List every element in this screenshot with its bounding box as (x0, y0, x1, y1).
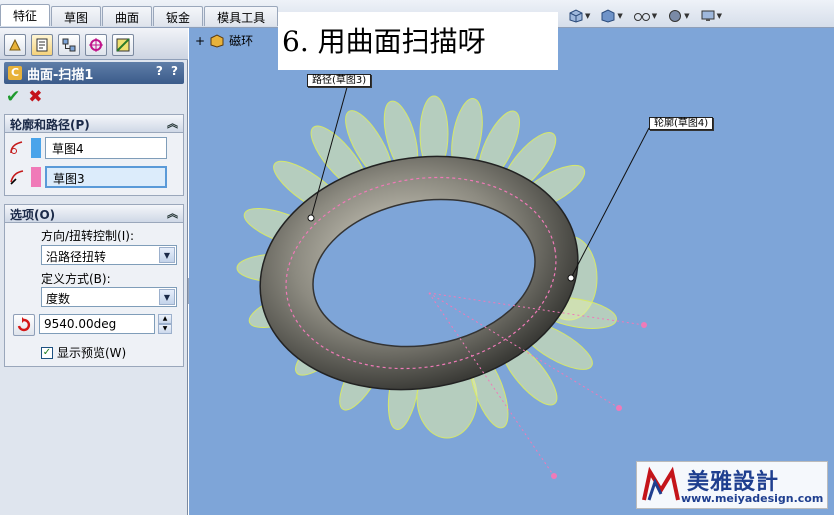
sketch-profile-icon (5, 137, 31, 159)
brand-logo-icon (642, 466, 680, 501)
profile-path-section: 轮廓和路径(P) ︽ 草图4 草图3 (4, 114, 184, 196)
tab-surfaces[interactable]: 曲面 (102, 6, 153, 26)
tab-sheet-metal[interactable]: 钣金 (153, 6, 204, 26)
dimxpert-tab[interactable] (85, 34, 107, 56)
part-name: 磁环 (229, 34, 254, 48)
feature-tree-root[interactable]: + 磁环 (195, 32, 253, 49)
sketch-path-icon (5, 166, 31, 188)
define-by-label: 定义方式(B): (41, 272, 111, 286)
path-color-swatch (31, 167, 41, 187)
tab-mold-tools[interactable]: 模具工具 (204, 6, 279, 26)
part-icon (210, 33, 224, 48)
tutorial-caption: 6. 用曲面扫描呀 (278, 12, 558, 70)
options-section: 选项(O) ︽ 方向/扭转控制(I): 沿路径扭转 ▼ 定义方式(B): 度数 … (4, 204, 184, 367)
profile-color-swatch (31, 138, 41, 158)
profile-row: 草图4 (5, 137, 167, 159)
profile-leader-line (570, 127, 650, 279)
feature-manager-tab[interactable] (4, 34, 26, 56)
spin-up-icon[interactable]: ▲ (158, 314, 172, 324)
appearance-icon (669, 10, 682, 22)
display-manager-icon (116, 38, 130, 52)
profile-anchor (567, 274, 575, 282)
reverse-direction-button[interactable] (13, 314, 35, 336)
path-selection-box[interactable]: 草图3 (45, 166, 167, 188)
tab-sketch[interactable]: 草图 (51, 6, 102, 26)
show-preview-label: 显示预览(W) (57, 346, 127, 360)
graphics-viewport[interactable]: + 磁环 路径(草图3) 轮廓(草图4) (189, 28, 834, 515)
appearance-button[interactable]: ▼ (667, 9, 690, 23)
crosshair-icon (89, 38, 103, 52)
ok-cancel-group: ✔ ✖ (6, 88, 43, 106)
path-anchor (307, 214, 315, 222)
configuration-manager-tab[interactable] (58, 34, 80, 56)
profile-callout[interactable]: 轮廓(草图4) (649, 117, 714, 130)
collapse-icon[interactable]: ︽ (167, 115, 178, 131)
hide-show-button[interactable]: ▼ (633, 9, 657, 23)
direction-twist-label: 方向/扭转控制(I): (41, 229, 134, 243)
property-manager-tab[interactable] (31, 34, 53, 56)
path-callout[interactable]: 路径(草图3) (307, 74, 372, 87)
cancel-button[interactable]: ✖ (28, 88, 42, 106)
reverse-direction-icon (17, 317, 31, 332)
options-header[interactable]: 选项(O) ︽ (5, 205, 183, 223)
collapse-icon[interactable]: ︽ (167, 205, 178, 221)
display-style-button[interactable]: ▼ (600, 9, 623, 23)
sweep-feature-icon: C (8, 66, 22, 80)
twist-angle-input[interactable]: 9540.00deg (39, 314, 155, 334)
chevron-down-icon: ▼ (617, 12, 623, 20)
twist-angle-spinner[interactable]: ▲ ▼ (158, 314, 172, 334)
checkmark-icon[interactable]: ✓ (41, 346, 53, 359)
chevron-down-icon: ▼ (585, 12, 591, 20)
monitor-icon (701, 10, 715, 21)
model-graphic (236, 79, 650, 479)
ok-button[interactable]: ✔ (6, 88, 20, 106)
brand-watermark: 美雅設計 www.meiyadesign.com (636, 461, 828, 509)
chevron-down-icon[interactable]: ▼ (159, 289, 175, 305)
spin-down-icon[interactable]: ▼ (158, 324, 172, 334)
expand-icon[interactable]: + (195, 34, 205, 48)
command-tabs: 特征 草图 曲面 钣金 模具工具 (0, 4, 279, 26)
path-row: 草图3 (5, 166, 167, 188)
config-icon (62, 38, 76, 52)
direction-twist-select[interactable]: 沿路径扭转 ▼ (41, 245, 177, 265)
display-manager-tab[interactable] (112, 34, 134, 56)
define-by-value: 度数 (46, 292, 71, 306)
glasses-icon (633, 13, 650, 21)
feature-title-bar: C 曲面-扫描1 ? ? (4, 62, 184, 84)
profile-path-title: 轮廓和路径(P) (10, 118, 90, 132)
show-preview-checkbox[interactable]: ✓ 显示预览(W) (41, 344, 126, 361)
direction-twist-value: 沿路径扭转 (46, 250, 107, 264)
brand-url: www.meiyadesign.com (681, 492, 824, 505)
chevron-down-icon: ▼ (684, 12, 690, 20)
view-toolbar: ▼ ▼ ▼ ▼ ▼ (568, 9, 722, 23)
define-by-select[interactable]: 度数 ▼ (41, 287, 177, 307)
property-manager-icon (36, 38, 48, 52)
chevron-down-icon: ▼ (716, 12, 722, 20)
view-settings-button[interactable]: ▼ (700, 9, 722, 23)
shaded-cube-icon (601, 9, 615, 23)
manager-tabs (0, 28, 188, 60)
profile-selection-box[interactable]: 草图4 (45, 137, 167, 159)
property-manager-panel: C 曲面-扫描1 ? ? ✔ ✖ 轮廓和路径(P) ︽ 草图4 草图3 选项(O… (0, 28, 188, 515)
profile-path-header[interactable]: 轮廓和路径(P) ︽ (5, 115, 183, 133)
options-title: 选项(O) (10, 208, 56, 222)
chevron-down-icon: ▼ (651, 12, 658, 20)
feature-title: 曲面-扫描1 (27, 67, 94, 83)
chevron-down-icon[interactable]: ▼ (159, 247, 175, 263)
tab-features[interactable]: 特征 (0, 4, 51, 26)
view-orientation-button[interactable]: ▼ (568, 9, 590, 23)
feature-tree-icon (9, 38, 21, 51)
cube-view-icon (569, 9, 583, 23)
help-icon[interactable]: ? ? (156, 64, 180, 78)
